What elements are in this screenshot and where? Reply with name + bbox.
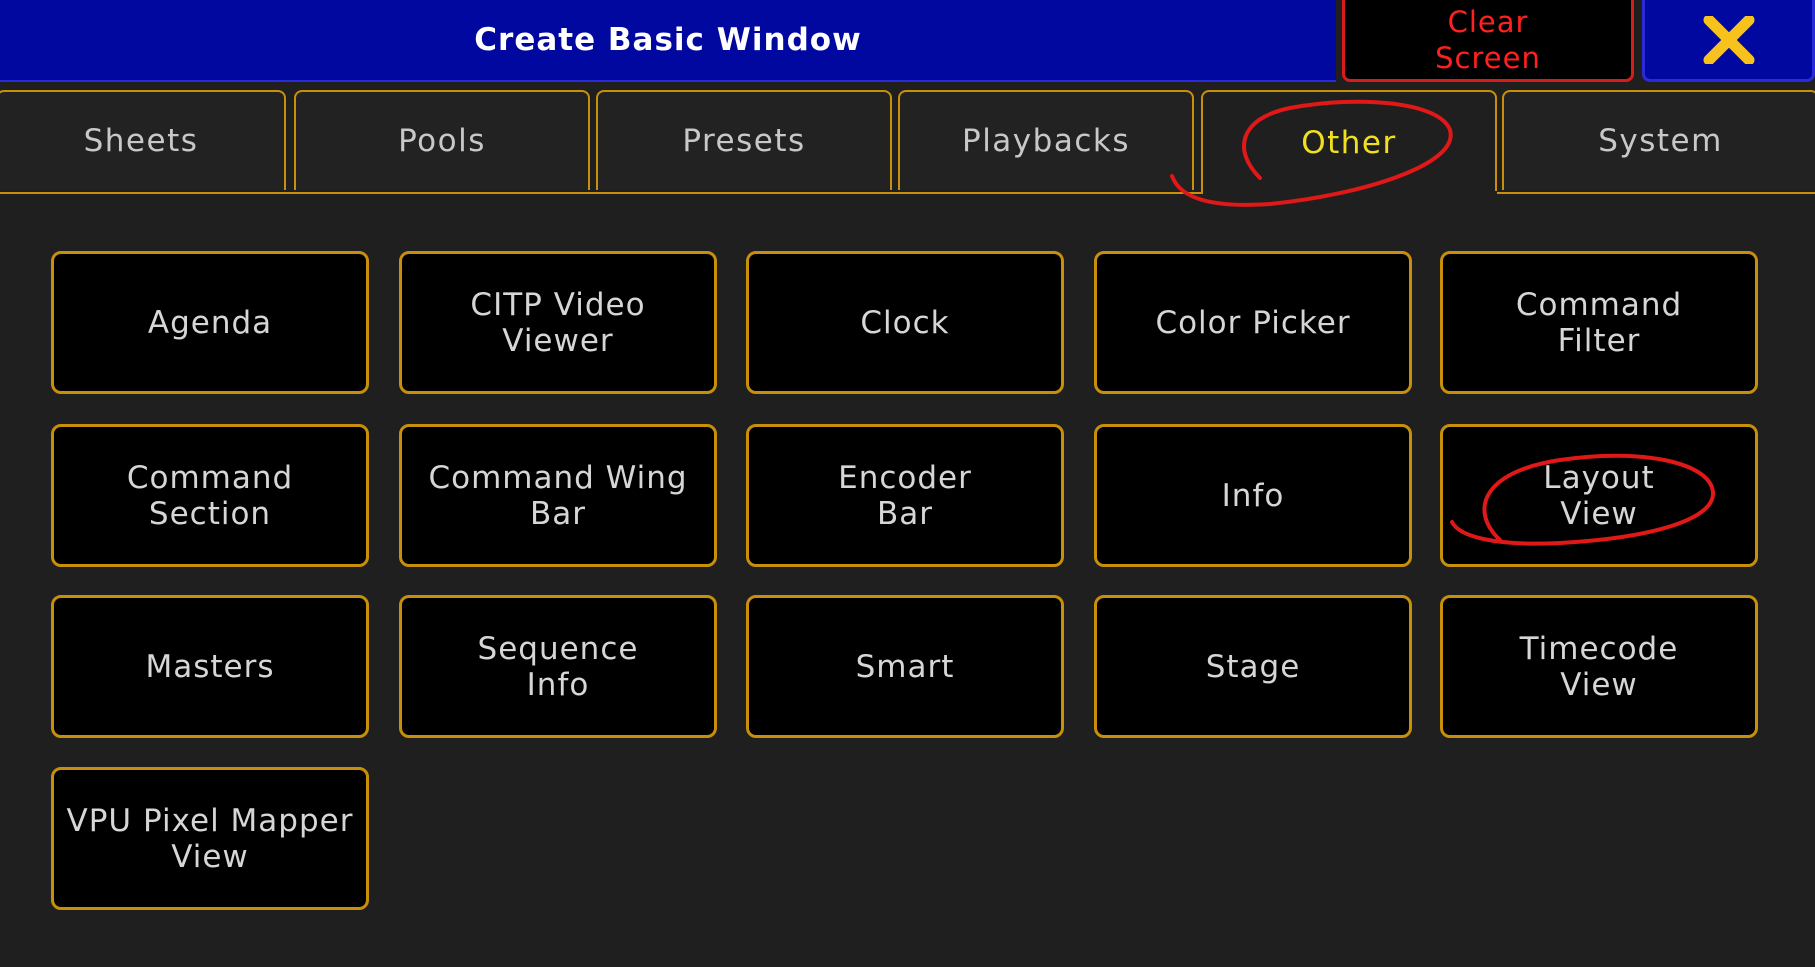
tab-pools[interactable]: Pools [294,90,590,190]
tab-sheets[interactable]: Sheets [0,90,286,190]
tab-label: Sheets [83,123,199,159]
tab-label: Presets [682,123,806,159]
close-button[interactable] [1642,0,1815,82]
agenda-button[interactable]: Agenda [51,251,369,394]
command-wing-bar-button[interactable]: Command Wing Bar [399,424,717,567]
sequence-info-button[interactable]: Sequence Info [399,595,717,738]
tab-label: Playbacks [962,123,1130,159]
tab-underline [0,192,1815,194]
window-title: Create Basic Window [474,22,862,58]
tab-other[interactable]: Other [1201,90,1497,194]
tab-label: Other [1301,125,1397,161]
layout-view-button[interactable]: Layout View [1440,424,1758,567]
smart-button[interactable]: Smart [746,595,1064,738]
create-basic-window: Create Basic Window Clear Screen Sheets … [0,0,1815,967]
stage-button[interactable]: Stage [1094,595,1412,738]
tab-playbacks[interactable]: Playbacks [898,90,1194,190]
info-button[interactable]: Info [1094,424,1412,567]
clock-button[interactable]: Clock [746,251,1064,394]
clear-screen-button[interactable]: Clear Screen [1342,0,1634,82]
color-picker-button[interactable]: Color Picker [1094,251,1412,394]
clear-screen-label-line1: Clear [1447,4,1529,39]
close-x-icon [1703,15,1754,64]
citp-video-viewer-button[interactable]: CITP Video Viewer [399,251,717,394]
tab-presets[interactable]: Presets [596,90,892,190]
active-tab-gap [1203,191,1497,195]
tab-system[interactable]: System [1502,90,1815,190]
title-bar: Create Basic Window [0,0,1336,82]
command-filter-button[interactable]: Command Filter [1440,251,1758,394]
tab-label: System [1598,123,1723,159]
clear-screen-label-line2: Screen [1435,40,1541,75]
tab-bar: Sheets Pools Presets Playbacks Other Sys… [0,90,1815,194]
tab-label: Pools [398,123,486,159]
vpu-pixel-mapper-view-button[interactable]: VPU Pixel Mapper View [51,767,369,910]
masters-button[interactable]: Masters [51,595,369,738]
timecode-view-button[interactable]: Timecode View [1440,595,1758,738]
command-section-button[interactable]: Command Section [51,424,369,567]
encoder-bar-button[interactable]: Encoder Bar [746,424,1064,567]
